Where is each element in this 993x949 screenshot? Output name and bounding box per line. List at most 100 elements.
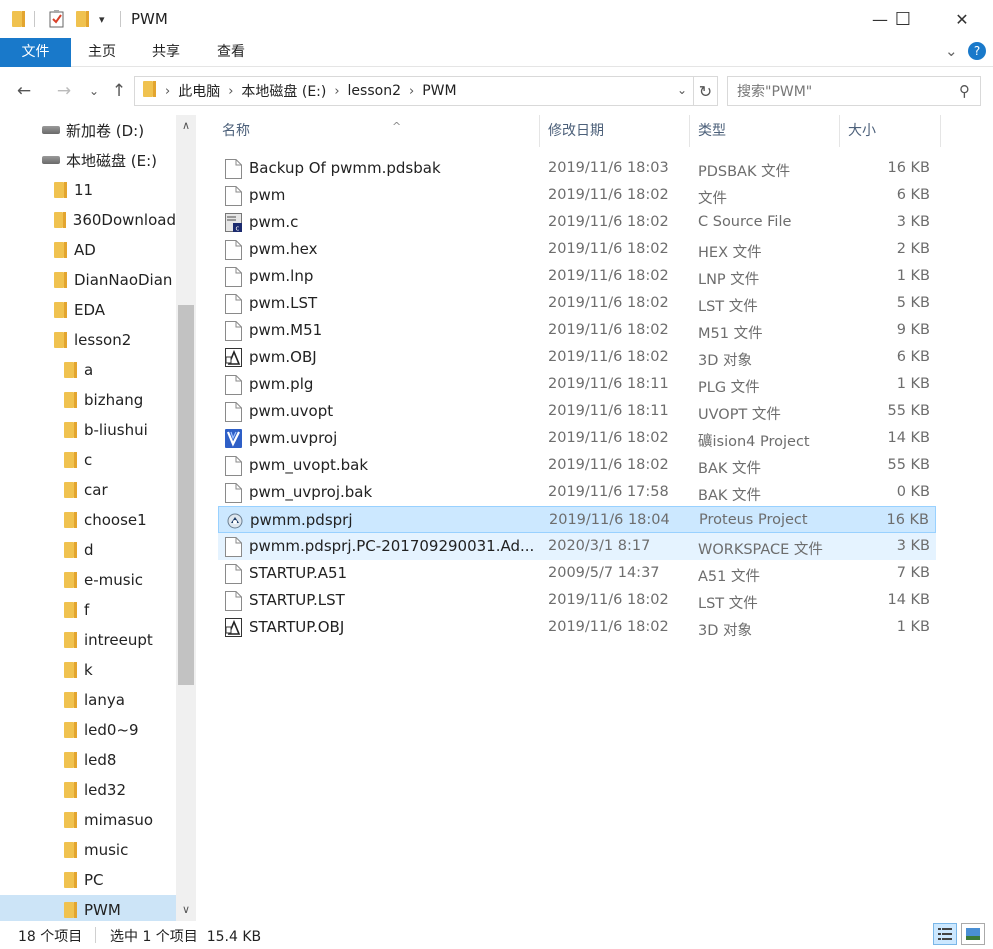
file-row[interactable]: Backup Of pwmm.pdsbak 2019/11/6 18:03 PDSB… [218, 155, 936, 182]
tab-view[interactable]: 查看 [200, 38, 262, 67]
file-type: WORKSPACE 文件 [698, 542, 823, 558]
address-bar[interactable]: › 此电脑 › 本地磁盘 (E:) › lesson2 › PWM ⌄ [134, 76, 694, 106]
sidebar-item-folder[interactable]: mimasuo [0, 805, 176, 835]
sidebar-item-folder[interactable]: DianNaoDian [0, 265, 176, 295]
breadcrumb-separator[interactable]: › [409, 84, 414, 99]
sidebar-scrollbar[interactable]: ∧ ∨ [176, 115, 196, 921]
folder-icon [64, 782, 77, 798]
file-row[interactable]: pwm.LST 2019/11/6 18:02 LST 文件 5 KB [218, 290, 936, 317]
file-size: 14 KB [887, 592, 930, 608]
file-size: 14 KB [887, 430, 930, 446]
file-date: 2019/11/6 18:11 [548, 376, 669, 392]
sidebar-item-folder[interactable]: PC [0, 865, 176, 895]
new-folder-icon[interactable] [76, 9, 89, 29]
sidebar-item-folder[interactable]: e-music [0, 565, 176, 595]
scrollbar-thumb[interactable] [178, 305, 194, 685]
file-row[interactable]: pwm.uvopt 2019/11/6 18:11 UVOPT 文件 55 KB [218, 398, 936, 425]
sidebar-item-folder[interactable]: 11 [0, 175, 176, 205]
document-icon [225, 321, 242, 341]
file-row[interactable]: c pwm.c 2019/11/6 18:02 C Source File 3 KB [218, 209, 936, 236]
back-button[interactable]: ← [12, 79, 36, 103]
file-row[interactable]: pwmm.pdsprj 2019/11/6 18:04 Proteus Projec… [218, 506, 936, 533]
sidebar-item-folder[interactable]: f [0, 595, 176, 625]
sidebar-item-folder[interactable]: lanya [0, 685, 176, 715]
sidebar-item-folder[interactable]: AD [0, 235, 176, 265]
search-placeholder: 搜索"PWM" [737, 84, 813, 100]
properties-icon[interactable] [49, 9, 65, 29]
file-date: 2009/5/7 14:37 [548, 565, 660, 581]
details-view-button[interactable] [933, 923, 957, 945]
sidebar-item-folder[interactable]: c [0, 445, 176, 475]
file-name: pwm.c [249, 213, 299, 231]
file-row[interactable]: pwm.uvproj 2019/11/6 18:02 礦ision4 Project… [218, 425, 936, 452]
scroll-up-icon[interactable]: ∧ [176, 115, 196, 135]
sidebar-item-folder[interactable]: a [0, 355, 176, 385]
breadcrumb-separator[interactable]: › [165, 84, 170, 99]
tab-share[interactable]: 共享 [135, 38, 197, 67]
sidebar-item-drive-d[interactable]: 新加卷 (D:) [0, 115, 176, 145]
search-icon[interactable]: ⚲ [959, 82, 970, 100]
tab-file[interactable]: 文件 [0, 38, 71, 67]
file-size: 16 KB [886, 512, 929, 528]
help-icon[interactable]: ? [968, 42, 986, 60]
file-row[interactable]: pwmm.pdsprj.PC-201709290031.Ad... 2020/3/… [218, 533, 936, 560]
sidebar-item-folder[interactable]: car [0, 475, 176, 505]
sidebar-item-folder[interactable]: led0~9 [0, 715, 176, 745]
file-date: 2020/3/1 8:17 [548, 538, 651, 554]
file-row[interactable]: pwm.plg 2019/11/6 18:11 PLG 文件 1 KB [218, 371, 936, 398]
item-count: 18 个项目 [18, 929, 83, 945]
sidebar-item-folder[interactable]: k [0, 655, 176, 685]
column-header-name[interactable]: 名称 ^ [214, 115, 540, 147]
file-row[interactable]: pwm.M51 2019/11/6 18:02 M51 文件 9 KB [218, 317, 936, 344]
maximize-button[interactable]: ☐ [880, 0, 926, 38]
sidebar-item-folder[interactable]: lesson2 [0, 325, 176, 355]
breadcrumb-drive-e[interactable]: 本地磁盘 (E:) [241, 81, 326, 101]
file-row[interactable]: pwm.OBJ 2019/11/6 18:02 3D 对象 6 KB [218, 344, 936, 371]
sidebar-item-folder[interactable]: d [0, 535, 176, 565]
file-row[interactable]: pwm_uvopt.bak 2019/11/6 18:02 BAK 文件 55 KB [218, 452, 936, 479]
file-row[interactable]: STARTUP.LST 2019/11/6 18:02 LST 文件 14 KB [218, 587, 936, 614]
file-row[interactable]: pwm_uvproj.bak 2019/11/6 17:58 BAK 文件 0 KB [218, 479, 936, 506]
address-dropdown-icon[interactable]: ⌄ [677, 83, 687, 97]
file-row[interactable]: pwm 2019/11/6 18:02 文件 6 KB [218, 182, 936, 209]
sidebar-item-folder[interactable]: bizhang [0, 385, 176, 415]
scroll-down-icon[interactable]: ∨ [176, 899, 196, 919]
sidebar-item-drive-e[interactable]: 本地磁盘 (E:) [0, 145, 176, 175]
sidebar-item-folder[interactable]: b-liushui [0, 415, 176, 445]
sidebar-item-folder[interactable]: PWM [0, 895, 176, 921]
qat-dropdown-icon[interactable]: ▾ [99, 9, 105, 29]
breadcrumb-pwm[interactable]: PWM [422, 83, 456, 99]
sidebar-item-folder[interactable]: choose1 [0, 505, 176, 535]
file-row[interactable]: pwm.lnp 2019/11/6 18:02 LNP 文件 1 KB [218, 263, 936, 290]
breadcrumb-lesson2[interactable]: lesson2 [348, 83, 401, 99]
close-button[interactable]: ✕ [939, 0, 985, 38]
search-input[interactable]: 搜索"PWM" ⚲ [727, 76, 981, 106]
sidebar-item-folder[interactable]: music [0, 835, 176, 865]
ribbon-expand-icon[interactable]: ⌄ [945, 42, 958, 60]
recent-locations-button[interactable]: ⌄ [82, 79, 106, 103]
column-header-size[interactable]: 大小 [840, 115, 941, 147]
file-type: 3D 对象 [698, 353, 752, 369]
sidebar-item-folder[interactable]: led32 [0, 775, 176, 805]
large-icons-view-button[interactable] [961, 923, 985, 945]
folder-icon [54, 272, 67, 288]
column-header-date[interactable]: 修改日期 [540, 115, 690, 147]
document-icon [225, 537, 242, 557]
sidebar-item-folder[interactable]: EDA [0, 295, 176, 325]
sidebar-item-label: PWM [84, 901, 121, 919]
file-row[interactable]: STARTUP.OBJ 2019/11/6 18:02 3D 对象 1 KB [218, 614, 936, 641]
breadcrumb-separator[interactable]: › [334, 84, 339, 99]
up-button[interactable]: ↑ [107, 79, 131, 103]
column-header-type[interactable]: 类型 [690, 115, 840, 147]
breadcrumb-separator[interactable]: › [228, 84, 233, 99]
sidebar-item-folder[interactable]: led8 [0, 745, 176, 775]
refresh-button[interactable]: ↻ [694, 76, 718, 106]
sidebar-item-folder[interactable]: intreeupt [0, 625, 176, 655]
forward-button[interactable]: → [52, 79, 76, 103]
breadcrumb-this-pc[interactable]: 此电脑 [178, 81, 220, 101]
file-row[interactable]: STARTUP.A51 2009/5/7 14:37 A51 文件 7 KB [218, 560, 936, 587]
file-row[interactable]: pwm.hex 2019/11/6 18:02 HEX 文件 2 KB [218, 236, 936, 263]
tab-home[interactable]: 主页 [71, 38, 133, 67]
folder-icon [64, 602, 77, 618]
sidebar-item-folder[interactable]: 360Download [0, 205, 176, 235]
